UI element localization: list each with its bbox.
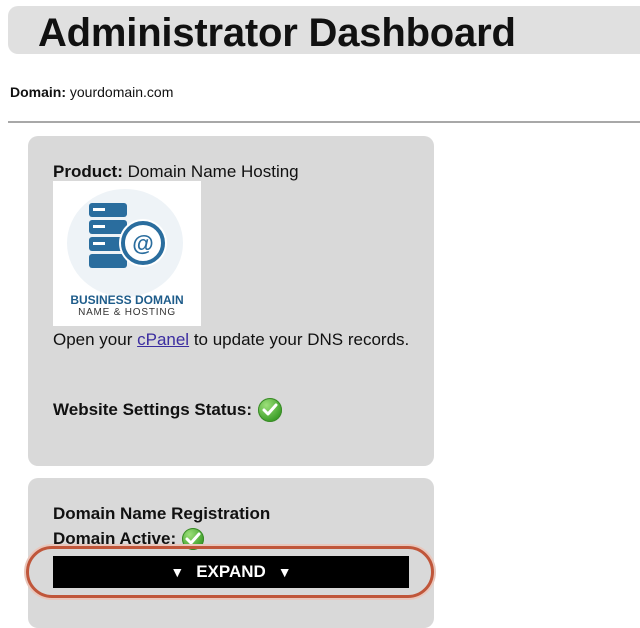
domain-value: yourdomain.com xyxy=(69,84,174,100)
expand-label: EXPAND xyxy=(196,562,266,581)
page-title: Administrator Dashboard xyxy=(38,11,516,55)
green-check-icon xyxy=(258,398,282,422)
cpanel-link[interactable]: cPanel xyxy=(137,330,189,349)
domain-info: Domain: yourdomain.com xyxy=(10,84,173,100)
divider xyxy=(8,121,640,123)
chevron-down-icon: ▼ xyxy=(170,564,185,580)
expand-button[interactable]: ▼ EXPAND ▼ xyxy=(53,556,409,588)
status-label: Website Settings Status: xyxy=(53,400,252,419)
product-value: Domain Name Hosting xyxy=(127,162,299,181)
svg-text:@: @ xyxy=(132,231,153,256)
logo-line1: BUSINESS DOMAIN xyxy=(70,293,183,307)
registration-title: Domain Name Registration xyxy=(53,504,271,523)
cpanel-text-after: to update your DNS records. xyxy=(189,330,410,349)
server-at-icon: @ BUSINESS DOMAIN NAME & HOSTING xyxy=(67,189,184,318)
product-card: Product: Domain Name Hosting @ BUSINESS … xyxy=(28,136,434,466)
chevron-down-icon: ▼ xyxy=(277,564,292,580)
header-bar: Administrator Dashboard xyxy=(8,6,640,55)
business-domain-logo: @ BUSINESS DOMAIN NAME & HOSTING xyxy=(53,181,201,326)
product-label: Product: xyxy=(53,162,123,181)
cpanel-text-before: Open your xyxy=(53,330,138,349)
logo-line2: NAME & HOSTING xyxy=(78,307,176,318)
product-line: Product: Domain Name Hosting xyxy=(53,162,299,182)
website-settings-status: Website Settings Status: xyxy=(53,398,282,422)
domain-label: Domain: xyxy=(10,84,66,100)
cpanel-instructions: Open your cPanel to update your DNS reco… xyxy=(53,330,413,350)
